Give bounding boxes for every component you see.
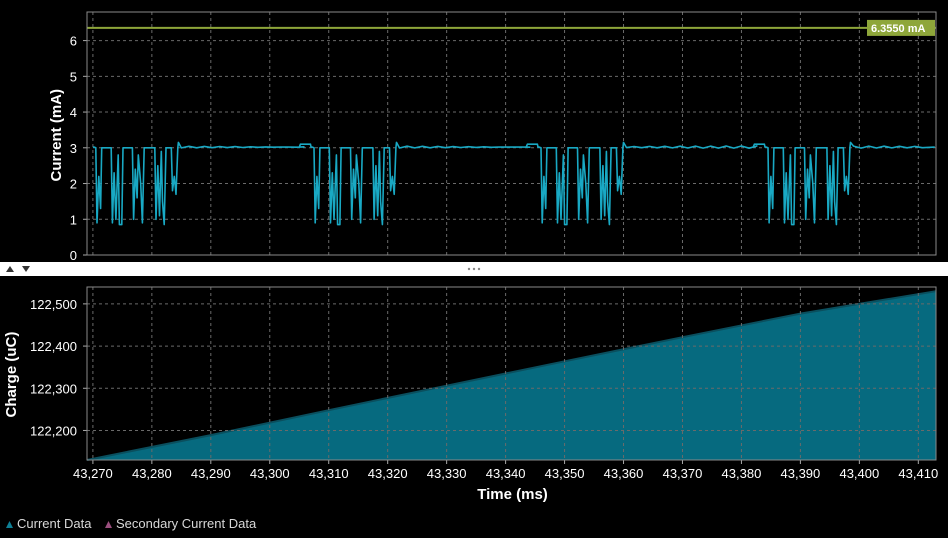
y-tick-label: 122,400 <box>30 339 77 354</box>
x-tick-label: 43,350 <box>545 466 585 481</box>
legend-item-secondary[interactable]: Secondary Current Data <box>105 516 257 531</box>
y-tick-label: 2 <box>70 177 77 192</box>
current-y-axis-label: Current (mA) <box>48 89 65 182</box>
legend: Current Data Secondary Current Data <box>6 516 257 531</box>
x-tick-label: 43,380 <box>722 466 762 481</box>
charge-current-plot-window: 0 1 2 3 4 5 6 6.3550 mA Current (mA) 122,200 12… <box>0 0 948 538</box>
y-tick-label: 4 <box>70 105 77 120</box>
marker-label: 6.3550 mA <box>871 23 925 35</box>
x-tick-label: 43,400 <box>839 466 879 481</box>
grip-icon[interactable] <box>467 267 481 271</box>
y-tick-label: 3 <box>70 141 77 156</box>
x-tick-label: 43,310 <box>309 466 349 481</box>
legend-label: Secondary Current Data <box>116 516 257 531</box>
x-tick-label: 43,280 <box>132 466 172 481</box>
y-tick-label: 122,500 <box>30 297 77 312</box>
time-x-axis-label: Time (ms) <box>477 486 548 503</box>
x-tick-label: 43,270 <box>73 466 113 481</box>
y-tick-label: 5 <box>70 69 77 84</box>
legend-label: Current Data <box>17 516 92 531</box>
x-tick-label: 43,290 <box>191 466 231 481</box>
y-tick-label: 0 <box>70 248 77 263</box>
x-tick-label: 43,410 <box>898 466 938 481</box>
y-tick-label: 1 <box>70 212 77 227</box>
y-tick-label: 122,300 <box>30 381 77 396</box>
panel-splitter[interactable] <box>0 262 948 276</box>
y-tick-label: 6 <box>70 34 77 49</box>
legend-item-current[interactable]: Current Data <box>6 516 92 531</box>
x-tick-label: 43,360 <box>604 466 644 481</box>
x-tick-label: 43,390 <box>781 466 821 481</box>
x-tick-label: 43,330 <box>427 466 467 481</box>
x-tick-label: 43,320 <box>368 466 408 481</box>
charge-y-axis-label: Charge (uC) <box>3 332 20 418</box>
y-tick-label: 122,200 <box>30 423 77 438</box>
x-tick-label: 43,370 <box>663 466 703 481</box>
x-tick-label: 43,300 <box>250 466 290 481</box>
x-tick-label: 43,340 <box>486 466 526 481</box>
